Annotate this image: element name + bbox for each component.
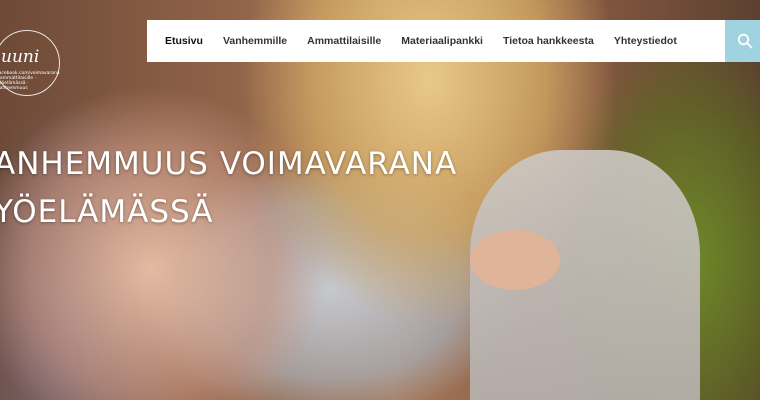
nav-materiaalipankki[interactable]: Materiaalipankki	[401, 35, 483, 47]
hero-photo-hand	[470, 230, 560, 290]
hero-headline: ANHEMMUUS VOIMAVARANA YÖELÄMÄSSÄ	[0, 140, 457, 236]
nav-tietoa-hankkeesta[interactable]: Tietoa hankkeesta	[503, 35, 594, 47]
site-logo[interactable]: uuni facebook.com/voimavarana · ammattil…	[0, 30, 60, 96]
nav-yhteystiedot[interactable]: Yhteystiedot	[614, 35, 677, 47]
nav-ammattilaisille[interactable]: Ammattilaisille	[307, 35, 381, 47]
nav-vanhemmille[interactable]: Vanhemmille	[223, 35, 287, 47]
search-button[interactable]	[725, 20, 760, 62]
main-navigation: Etusivu Vanhemmille Ammattilaisille Mate…	[147, 20, 725, 62]
logo-wordmark: uuni	[1, 47, 40, 67]
hero-headline-line-2: YÖELÄMÄSSÄ	[0, 194, 214, 230]
hero-headline-line-1: ANHEMMUUS VOIMAVARANA	[0, 146, 458, 182]
search-icon	[737, 33, 753, 49]
logo-tagline: facebook.com/voimavarana · ammattilaisil…	[0, 71, 60, 91]
nav-etusivu[interactable]: Etusivu	[165, 35, 203, 47]
